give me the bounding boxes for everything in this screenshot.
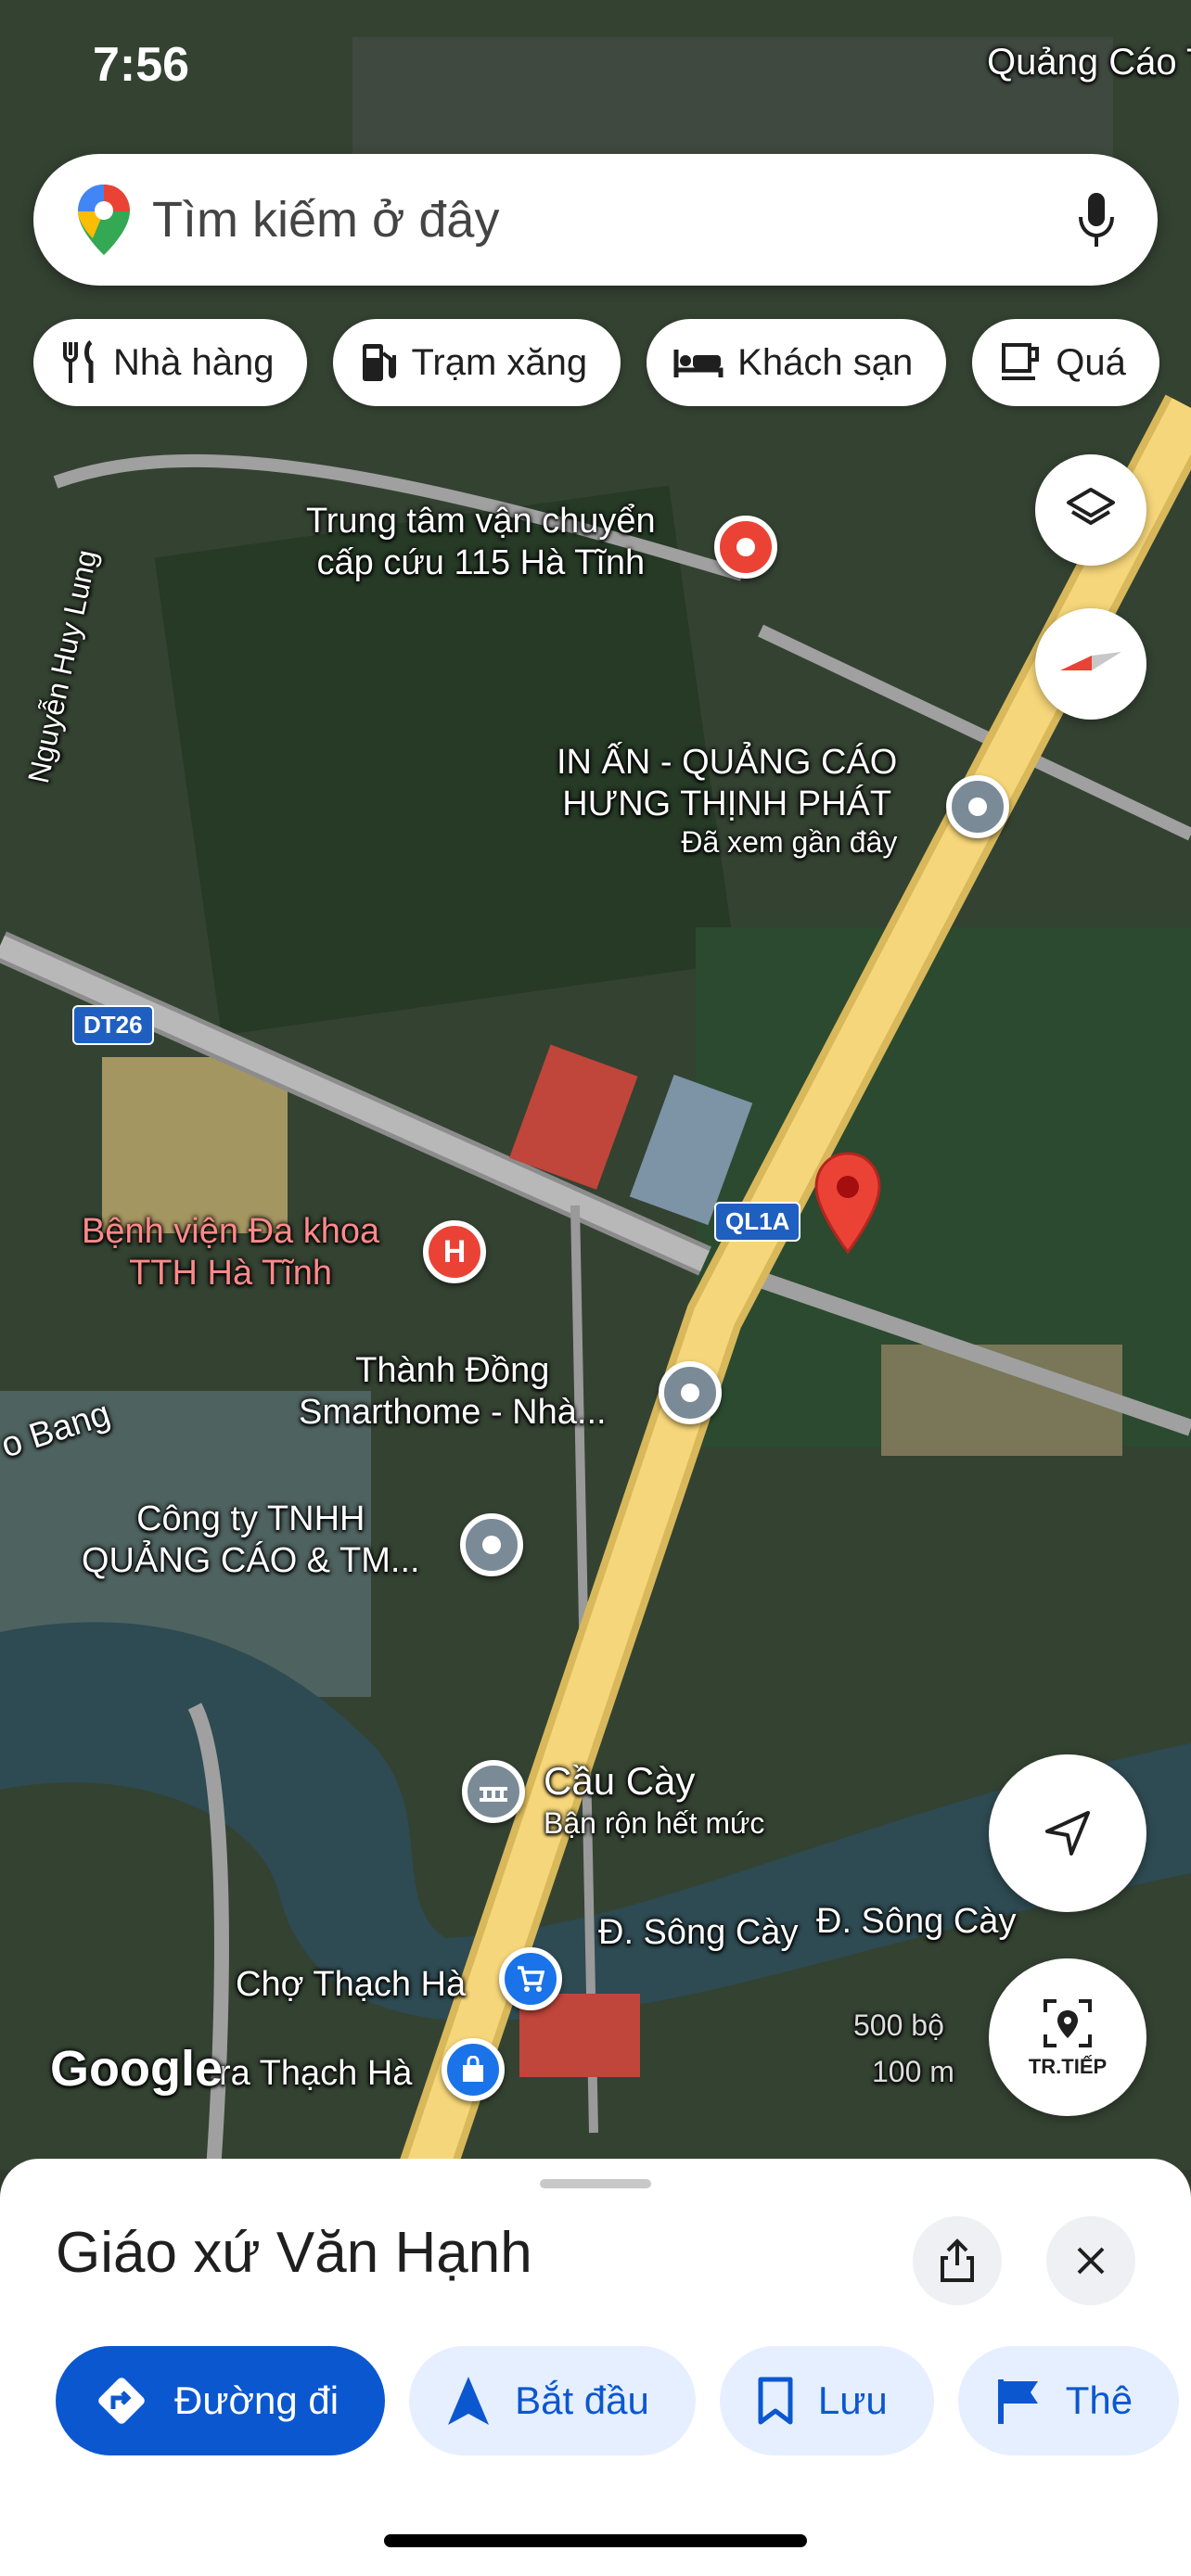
- status-time: 7:56: [93, 38, 190, 92]
- share-icon: [941, 2238, 974, 2282]
- bed-icon: [673, 350, 724, 377]
- poi-note-bridge: Bận rộn hết mức: [544, 1806, 765, 1840]
- gas-station-icon: [363, 344, 397, 381]
- place-title: Giáo xứ Văn Hạnh: [56, 2221, 532, 2285]
- bridge-icon[interactable]: [462, 1760, 525, 1823]
- fork-knife-icon: [63, 340, 94, 383]
- sheet-drag-handle[interactable]: [540, 2179, 651, 2188]
- poi-label-company[interactable]: Công ty TNHH QUẢNG CÁO & TM...: [82, 1498, 420, 1582]
- hospital-icon[interactable]: H: [423, 1220, 486, 1283]
- dot-icon: [482, 1536, 501, 1554]
- street-label: Đ. Sông Cày: [598, 1913, 799, 1952]
- start-button[interactable]: Bắt đầu: [409, 2346, 696, 2455]
- chip-restaurants[interactable]: Nhà hàng: [33, 319, 308, 406]
- home-indicator[interactable]: [384, 2534, 807, 2547]
- chip-hotels[interactable]: Khách sạn: [647, 319, 947, 406]
- directions-button[interactable]: Đường đi: [56, 2346, 386, 2455]
- location-scan-icon: [1044, 1999, 1092, 2047]
- road-shield-ql1a: QL1A: [714, 1202, 801, 1242]
- scale-label: 500 bộ: [853, 2009, 944, 2042]
- category-chips: Nhà hàng Trạm xăng Khách sạn Quá: [33, 319, 1159, 406]
- google-logo: Google: [50, 2041, 223, 2097]
- poi-marker-smarthome[interactable]: [659, 1361, 722, 1424]
- search-bar[interactable]: Tìm kiếm ở đây: [33, 154, 1158, 286]
- shopping-cart-icon[interactable]: [499, 1947, 562, 2010]
- my-location-button[interactable]: [989, 1754, 1146, 1912]
- poi-marker-ems[interactable]: [714, 516, 777, 579]
- road-shield-dt26: DT26: [72, 1005, 154, 1045]
- add-label-button[interactable]: Thê: [957, 2346, 1180, 2455]
- share-button[interactable]: [913, 2216, 1002, 2305]
- street-label: Đ. Sông Cày: [816, 1902, 1017, 1941]
- scale-label: 100 m: [872, 2055, 954, 2088]
- next-button[interactable]: TR.TIẾP: [989, 1958, 1146, 2116]
- compass-button[interactable]: [1035, 608, 1146, 720]
- poi-marker-company[interactable]: [460, 1513, 523, 1576]
- action-buttons: Đường đi Bắt đầu Lưu Thê: [56, 2346, 1180, 2455]
- save-button[interactable]: Lưu: [719, 2346, 934, 2455]
- layers-button[interactable]: [1035, 454, 1146, 566]
- poi-label-smarthome[interactable]: Thành Đồng Smarthome - Nhà...: [299, 1350, 607, 1434]
- shopping-bag-icon[interactable]: [442, 2038, 505, 2101]
- map-view[interactable]: 7:56 Quảng Cáo T Nguyễn Huy Lung DT26 QL…: [0, 0, 1191, 2170]
- dot-icon: [736, 538, 755, 556]
- search-input[interactable]: Tìm kiếm ở đây: [152, 191, 1076, 249]
- place-bottom-sheet[interactable]: Giáo xứ Văn Hạnh Đường đi Bắt đầu Lưu Th…: [0, 2159, 1191, 2576]
- coffee-cup-icon: [1002, 343, 1040, 380]
- poi-label-bridge[interactable]: Cầu Cày: [544, 1758, 695, 1804]
- status-right-text: Quảng Cáo T: [987, 42, 1191, 83]
- chip-gas-stations[interactable]: Trạm xăng: [333, 319, 621, 406]
- microphone-icon[interactable]: [1076, 189, 1117, 250]
- flag-icon: [997, 2379, 1038, 2424]
- directions-icon: [98, 2378, 145, 2424]
- bookmark-icon: [758, 2377, 793, 2425]
- navigation-arrow-icon: [1045, 1811, 1090, 1855]
- chip-coffee[interactable]: Quá: [972, 319, 1159, 406]
- poi-label-print[interactable]: IN ẤN - QUẢNG CÁO HƯNG THỊNH PHÁT Đã xem…: [557, 742, 897, 860]
- layers-icon: [1067, 488, 1115, 525]
- poi-label-hospital[interactable]: Bệnh viện Đa khoa TTH Hà Tĩnh: [82, 1211, 379, 1294]
- navigation-icon: [448, 2377, 490, 2425]
- close-icon: [1077, 2247, 1105, 2275]
- poi-label-shop[interactable]: ra Thạch Hà: [219, 2053, 412, 2095]
- poi-label-market[interactable]: Chợ Thạch Hà: [236, 1964, 466, 2006]
- next-label: TR.TIẾP: [1028, 2055, 1108, 2078]
- dot-icon: [681, 1384, 699, 1402]
- poi-marker-print[interactable]: [946, 775, 1009, 838]
- google-maps-pin-icon: [78, 185, 130, 255]
- compass-icon: [1060, 652, 1121, 670]
- poi-label-ems[interactable]: Trung tâm vận chuyển cấp cứu 115 Hà Tĩnh: [306, 501, 656, 584]
- dot-icon: [968, 797, 987, 816]
- selected-location-pin-icon[interactable]: [813, 1152, 883, 1254]
- close-button[interactable]: [1046, 2216, 1135, 2305]
